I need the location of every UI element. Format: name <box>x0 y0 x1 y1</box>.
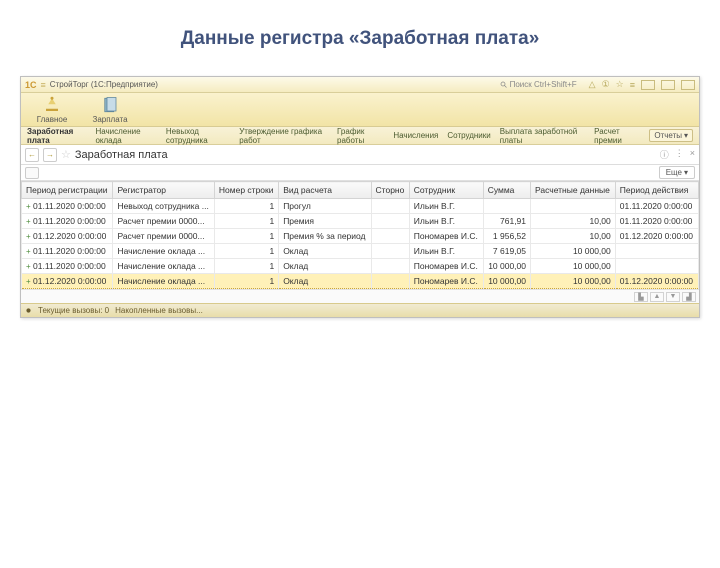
section-bar: Главное Зарплата <box>21 93 699 127</box>
table-footer: ▙ ▲ ▼ ▟ <box>21 289 699 303</box>
history-icon[interactable]: ① <box>602 79 610 90</box>
tab-header: ← → ☆ Заработная плата ⓘ ⋮ × <box>21 145 699 165</box>
section-salary[interactable]: Зарплата <box>85 96 135 124</box>
reports-label: Отчеты <box>654 131 682 140</box>
table-row[interactable]: + 01.12.2020 0:00:00Расчет премии 0000..… <box>22 229 699 244</box>
row-plus-icon: + <box>26 262 31 271</box>
menu-icon[interactable]: ≡ <box>41 80 46 90</box>
col-period[interactable]: Период регистрации <box>22 182 113 199</box>
tab-menu-icon[interactable]: ⋮ <box>675 148 684 161</box>
nav-item-1[interactable]: Начисление оклада <box>95 127 156 145</box>
col-storno[interactable]: Сторно <box>371 182 409 199</box>
link-icon[interactable]: ⓘ <box>660 148 669 161</box>
nav-item-2[interactable]: Невыход сотрудника <box>166 127 230 145</box>
col-line[interactable]: Номер строки <box>214 182 278 199</box>
reports-dropdown[interactable]: Отчеты ▾ <box>649 129 693 142</box>
status-current-calls: Текущие вызовы: 0 <box>38 306 109 315</box>
settings-icon[interactable]: ≡ <box>630 80 635 90</box>
nav-back-button[interactable]: ← <box>25 148 39 162</box>
section-main-label: Главное <box>37 115 68 124</box>
window-minimize-icon[interactable] <box>641 80 655 90</box>
nav-item-6[interactable]: Сотрудники <box>447 131 490 140</box>
col-emp[interactable]: Сотрудник <box>409 182 483 199</box>
table-toolbar: Еще ▾ <box>21 165 699 181</box>
row-plus-icon: + <box>26 217 31 226</box>
logo-1c: 1C <box>25 80 37 90</box>
table-row[interactable]: + 01.11.2020 0:00:00Невыход сотрудника .… <box>22 199 699 214</box>
scroll-first-icon[interactable]: ▙ <box>634 292 648 302</box>
window-close-icon[interactable] <box>681 80 695 90</box>
search-placeholder: Поиск Ctrl+Shift+F <box>510 80 577 89</box>
nav-item-8[interactable]: Расчет премии <box>594 127 640 145</box>
row-plus-icon: + <box>26 247 31 256</box>
register-table: Период регистрации Регистратор Номер стр… <box>21 181 699 289</box>
section-salary-label: Зарплата <box>92 115 127 124</box>
document-icon <box>101 96 119 114</box>
row-plus-icon: + <box>26 277 31 286</box>
scroll-last-icon[interactable]: ▟ <box>682 292 696 302</box>
tab-close-icon[interactable]: × <box>690 148 695 161</box>
chevron-down-icon: ▾ <box>684 168 688 177</box>
favorite-star-icon[interactable]: ☆ <box>61 148 71 161</box>
tab-title: Заработная плата <box>75 149 168 161</box>
app-window: 1C ≡ СтройТорг (1C:Предприятие) Поиск Ct… <box>20 76 700 318</box>
col-aux[interactable]: Расчетные данные <box>531 182 616 199</box>
nav-item-4[interactable]: График работы <box>337 127 384 145</box>
window-caption: СтройТорг (1C:Предприятие) <box>50 80 158 89</box>
status-dot-icon <box>25 307 32 314</box>
slide-title: Данные регистра «Заработная плата» <box>0 28 720 50</box>
chevron-down-icon: ▾ <box>684 131 688 140</box>
status-stored-calls: Накопленные вызовы... <box>115 306 203 315</box>
nav-item-5[interactable]: Начисления <box>393 131 438 140</box>
window-restore-icon[interactable] <box>661 80 675 90</box>
star-icon[interactable]: ☆ <box>616 79 624 90</box>
col-sum[interactable]: Сумма <box>483 182 530 199</box>
table-row[interactable]: + 01.12.2020 0:00:00Начисление оклада ..… <box>22 274 699 289</box>
row-plus-icon: + <box>26 202 31 211</box>
col-calc[interactable]: Вид расчета <box>279 182 371 199</box>
row-plus-icon: + <box>26 232 31 241</box>
more-button[interactable]: Еще ▾ <box>659 166 695 179</box>
table-row[interactable]: + 01.11.2020 0:00:00Расчет премии 0000..… <box>22 214 699 229</box>
scales-icon <box>43 96 61 114</box>
scroll-down-icon[interactable]: ▼ <box>666 292 680 302</box>
nav-item-7[interactable]: Выплата заработной платы <box>500 127 585 145</box>
nav-item-3[interactable]: Утверждение графика работ <box>239 127 328 145</box>
col-reg[interactable]: Регистратор <box>113 182 214 199</box>
nav-item-0[interactable]: Заработная плата <box>27 127 86 145</box>
scroll-up-icon[interactable]: ▲ <box>650 292 664 302</box>
table-header-row: Период регистрации Регистратор Номер стр… <box>22 182 699 199</box>
section-main[interactable]: Главное <box>27 96 77 124</box>
col-valid[interactable]: Период действия <box>615 182 698 199</box>
table-row[interactable]: + 01.11.2020 0:00:00Начисление оклада ..… <box>22 244 699 259</box>
search-box[interactable]: Поиск Ctrl+Shift+F <box>500 80 577 89</box>
search-icon <box>500 81 508 89</box>
titlebar: 1C ≡ СтройТорг (1C:Предприятие) Поиск Ct… <box>21 77 699 93</box>
filter-button[interactable] <box>25 167 39 179</box>
status-bar: Текущие вызовы: 0 Накопленные вызовы... <box>21 303 699 317</box>
table-row[interactable]: + 01.11.2020 0:00:00Начисление оклада ..… <box>22 259 699 274</box>
more-label: Еще <box>666 168 682 177</box>
bell-icon[interactable]: △ <box>589 79 596 90</box>
nav-links: Заработная плата Начисление оклада Невых… <box>21 127 699 145</box>
nav-forward-button[interactable]: → <box>43 148 57 162</box>
